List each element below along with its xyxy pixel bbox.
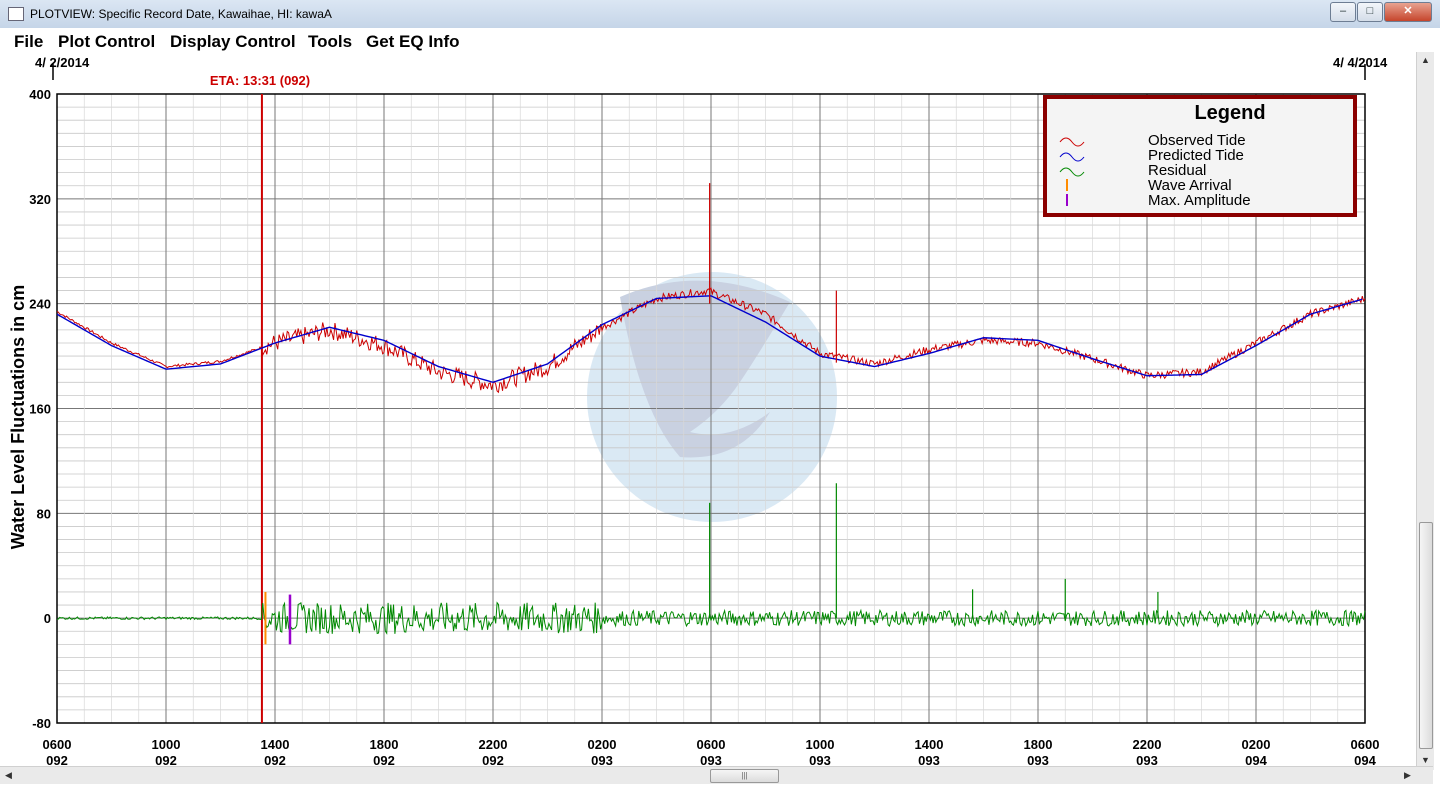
x-tick-time: 1400 — [261, 737, 290, 752]
y-tick-label: -80 — [32, 716, 51, 731]
y-tick-label: 80 — [37, 506, 51, 521]
menu-file[interactable]: File — [14, 32, 43, 52]
x-tick-time: 1400 — [915, 737, 944, 752]
legend-item-label: Max. Amplitude — [1148, 192, 1251, 209]
menu-get-eq-info[interactable]: Get EQ Info — [366, 32, 460, 52]
x-tick-time: 1800 — [1024, 737, 1053, 752]
y-tick-label: 400 — [29, 87, 51, 102]
legend: LegendObserved TidePredicted TideResidua… — [1043, 95, 1357, 217]
menu-bar: File Plot Control Display Control Tools … — [0, 28, 1440, 52]
x-axis-ticks: 0600092100009214000921800092220009202000… — [43, 737, 1380, 768]
x-tick-time: 0600 — [697, 737, 726, 752]
scroll-up-arrow-icon[interactable]: ▲ — [1417, 52, 1434, 69]
end-date-label: 4/ 4/2014 — [1333, 55, 1388, 70]
tide-chart: 400 320 240 160 80 0 -80 060009210000921400092… — [8, 55, 1388, 768]
vertical-scroll-thumb[interactable] — [1419, 522, 1433, 749]
x-tick-time: 0600 — [43, 737, 72, 752]
menu-display-control[interactable]: Display Control — [170, 32, 296, 52]
y-tick-label: 160 — [29, 402, 51, 417]
y-tick-label: 320 — [29, 192, 51, 207]
menu-plot-control[interactable]: Plot Control — [58, 32, 155, 52]
x-tick-time: 0200 — [588, 737, 617, 752]
menu-tools[interactable]: Tools — [308, 32, 352, 52]
y-tick-label: 0 — [44, 611, 51, 626]
scroll-left-arrow-icon[interactable]: ◀ — [0, 767, 17, 784]
horizontal-scrollbar[interactable]: ◀ ||| ▶ — [0, 766, 1433, 784]
noaa-watermark — [587, 272, 837, 522]
x-tick-time: 2200 — [479, 737, 508, 752]
legend-title: Legend — [1194, 102, 1265, 124]
eta-marker: ETA: 13:31 (092) — [210, 73, 310, 723]
horizontal-scroll-thumb[interactable]: ||| — [710, 769, 779, 783]
x-tick-time: 1000 — [806, 737, 835, 752]
x-tick-time: 2200 — [1133, 737, 1162, 752]
plot-area: 400 320 240 160 80 0 -80 0600 092 1000 092 1400 092… — [0, 52, 1416, 770]
start-date-label: 4/ 2/2014 — [35, 55, 90, 70]
x-tick-time: 1800 — [370, 737, 399, 752]
maximize-button[interactable]: □ — [1357, 2, 1383, 22]
y-axis-label: Water Level Fluctuations in cm — [8, 285, 28, 549]
eta-label: ETA: 13:31 (092) — [210, 73, 310, 88]
app-icon — [8, 7, 24, 21]
x-tick-time: 0600 — [1351, 737, 1380, 752]
close-button[interactable]: ✕ — [1384, 2, 1432, 22]
y-axis-ticks: 400 320 240 160 80 0 -80 — [29, 87, 51, 731]
y-tick-label: 240 — [29, 297, 51, 312]
vertical-scrollbar[interactable]: ▲ ▼ — [1416, 52, 1434, 770]
window-title: PLOTVIEW: Specific Record Date, Kawaihae… — [30, 7, 332, 21]
minimize-button[interactable]: – — [1330, 2, 1356, 22]
x-tick-time: 1000 — [152, 737, 181, 752]
x-tick-time: 0200 — [1242, 737, 1271, 752]
window-titlebar: PLOTVIEW: Specific Record Date, Kawaihae… — [0, 0, 1440, 29]
scroll-right-arrow-icon[interactable]: ▶ — [1399, 767, 1416, 784]
